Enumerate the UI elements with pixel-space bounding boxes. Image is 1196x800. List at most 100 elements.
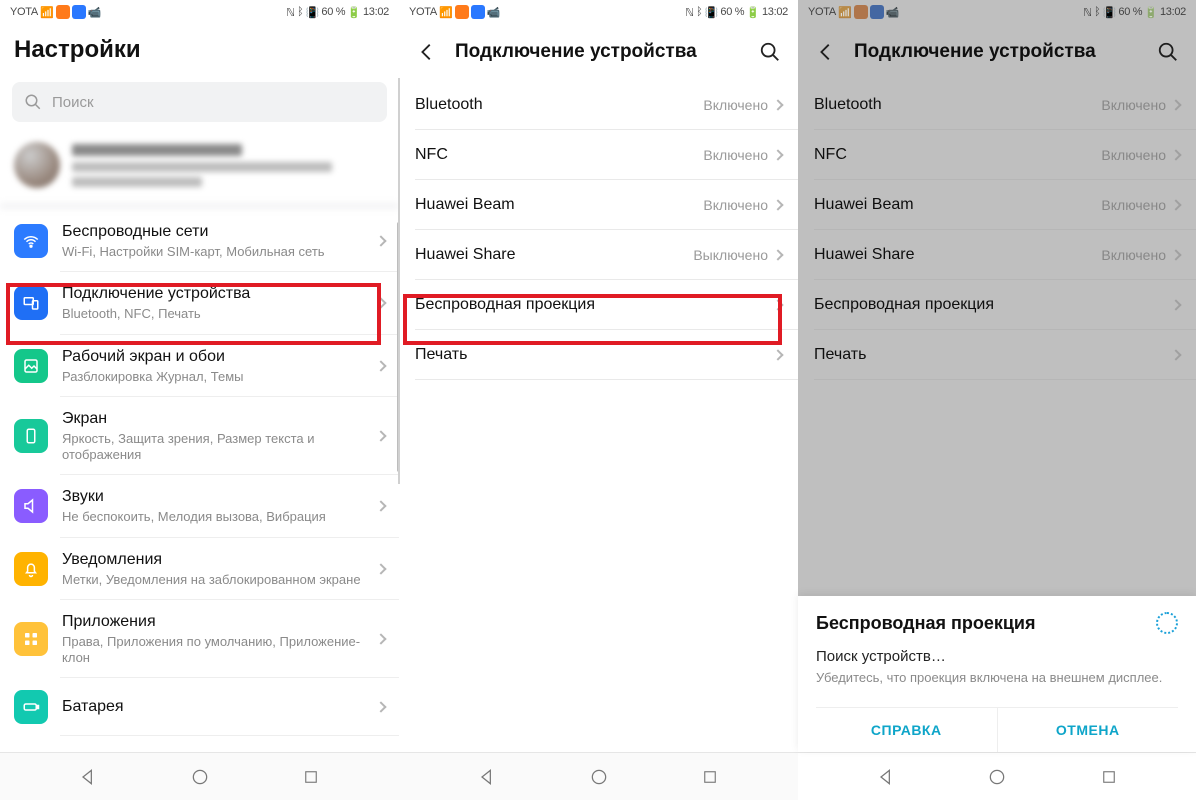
- row-wireless-projection[interactable]: Беспроводная проекция: [399, 280, 798, 330]
- page-header: Подключение устройства: [399, 24, 798, 80]
- sheet-title: Беспроводная проекция: [816, 613, 1036, 634]
- chevron-right-icon: [1170, 149, 1181, 160]
- battery-icon: [14, 690, 48, 724]
- settings-row-homescreen[interactable]: Рабочий экран и обоиРазблокировка Журнал…: [0, 335, 399, 397]
- status-icon-orange: [455, 5, 469, 19]
- bell-icon: [14, 552, 48, 586]
- status-bar: YOTA 📶 📹 ℕ ᛒ 📳 60 % 🔋 13:02: [399, 0, 798, 24]
- battery-icon: 🔋: [1144, 6, 1158, 19]
- search-placeholder: Поиск: [52, 94, 94, 111]
- nav-recent-button[interactable]: [1085, 761, 1133, 793]
- chevron-right-icon: [375, 563, 386, 574]
- row-huawei-beam[interactable]: Huawei BeamВключено: [399, 180, 798, 230]
- back-button[interactable]: [812, 38, 840, 66]
- settings-screen: YOTA 📶 📹 ℕ ᛒ 📳 60 % 🔋 13:02 Настройки По…: [0, 0, 399, 800]
- battery-label: 60 %: [321, 6, 345, 18]
- settings-row-wireless[interactable]: Беспроводные сетиWi-Fi, Настройки SIM-ка…: [0, 210, 399, 272]
- status-icon-orange: [56, 5, 70, 19]
- display-icon: [14, 419, 48, 453]
- status-bar: YOTA 📶 📹 ℕ ᛒ 📳 60 % 🔋 13:02: [0, 0, 399, 24]
- nav-back-button[interactable]: [463, 761, 511, 793]
- camera-icon: 📹: [487, 6, 501, 19]
- nav-recent-button[interactable]: [686, 761, 734, 793]
- nav-home-button[interactable]: [973, 761, 1021, 793]
- apps-icon: [14, 622, 48, 656]
- settings-row-device-connection[interactable]: Подключение устройстваBluetooth, NFC, Пе…: [0, 272, 399, 334]
- settings-row-notifications[interactable]: УведомленияМетки, Уведомления на заблоки…: [0, 538, 399, 600]
- row-huawei-share[interactable]: Huawei ShareВключено: [798, 230, 1196, 280]
- page-header: Подключение устройства: [798, 24, 1196, 80]
- sheet-status: Поиск устройств…: [816, 648, 1178, 665]
- profile-row[interactable]: [0, 132, 399, 210]
- chevron-right-icon: [772, 99, 783, 110]
- signal-icon: 📶: [40, 6, 54, 19]
- chevron-right-icon: [1170, 199, 1181, 210]
- row-nfc[interactable]: NFCВключено: [399, 130, 798, 180]
- chevron-right-icon: [375, 298, 386, 309]
- carrier-label: YOTA: [10, 6, 38, 18]
- camera-icon: 📹: [88, 6, 102, 19]
- chevron-right-icon: [375, 633, 386, 644]
- help-button[interactable]: СПРАВКА: [816, 708, 997, 752]
- nav-home-button[interactable]: [176, 761, 224, 793]
- nav-bar: [798, 752, 1196, 800]
- device-icon: [14, 286, 48, 320]
- bluetooth-icon: ᛒ: [1094, 6, 1101, 18]
- row-print[interactable]: Печать: [399, 330, 798, 380]
- nav-home-button[interactable]: [575, 761, 623, 793]
- nfc-icon: ℕ: [685, 6, 694, 19]
- bluetooth-icon: ᛒ: [696, 6, 703, 18]
- camera-icon: 📹: [886, 6, 900, 19]
- chevron-right-icon: [1170, 349, 1181, 360]
- settings-list: Беспроводные сетиWi-Fi, Настройки SIM-ка…: [0, 210, 399, 752]
- nav-back-button[interactable]: [64, 761, 112, 793]
- vibrate-icon: 📳: [306, 6, 320, 19]
- chevron-right-icon: [1170, 99, 1181, 110]
- wireless-projection-sheet: Беспроводная проекция Поиск устройств… У…: [798, 596, 1196, 752]
- signal-icon: 📶: [439, 6, 453, 19]
- chevron-right-icon: [1170, 249, 1181, 260]
- nfc-icon: ℕ: [286, 6, 295, 19]
- wallpaper-icon: [14, 349, 48, 383]
- bluetooth-icon: ᛒ: [297, 6, 304, 18]
- row-print[interactable]: Печать: [798, 330, 1196, 380]
- chevron-right-icon: [772, 199, 783, 210]
- row-bluetooth[interactable]: BluetoothВключено: [798, 80, 1196, 130]
- row-bluetooth[interactable]: BluetoothВключено: [399, 80, 798, 130]
- signal-icon: 📶: [838, 6, 852, 19]
- battery-icon: 🔋: [347, 6, 361, 19]
- nav-bar: [399, 752, 798, 800]
- back-button[interactable]: [413, 38, 441, 66]
- battery-icon: 🔋: [746, 6, 760, 19]
- status-bar: YOTA 📶 📹 ℕ ᛒ 📳 60 % 🔋 13:02: [798, 0, 1196, 24]
- chevron-right-icon: [375, 360, 386, 371]
- sheet-hint: Убедитесь, что проекция включена на внеш…: [816, 669, 1178, 687]
- sound-icon: [14, 489, 48, 523]
- row-wireless-projection[interactable]: Беспроводная проекция: [798, 280, 1196, 330]
- chevron-right-icon: [772, 249, 783, 260]
- status-icon-blue: [870, 5, 884, 19]
- row-huawei-beam[interactable]: Huawei BeamВключено: [798, 180, 1196, 230]
- row-nfc[interactable]: NFCВключено: [798, 130, 1196, 180]
- device-connection-screen: YOTA 📶 📹 ℕ ᛒ 📳 60 % 🔋 13:02 Подключение …: [399, 0, 798, 800]
- settings-row-sounds[interactable]: ЗвукиНе беспокоить, Мелодия вызова, Вибр…: [0, 475, 399, 537]
- page-title: Подключение устройства: [854, 41, 1140, 63]
- status-icon-blue: [471, 5, 485, 19]
- nav-recent-button[interactable]: [287, 761, 335, 793]
- settings-row-battery[interactable]: Батарея: [0, 678, 399, 736]
- status-icon-blue: [72, 5, 86, 19]
- page-title: Настройки: [14, 36, 141, 64]
- chevron-right-icon: [375, 501, 386, 512]
- chevron-right-icon: [772, 149, 783, 160]
- search-input[interactable]: Поиск: [12, 82, 387, 122]
- device-connection-screen-dialog: YOTA 📶 📹 ℕ ᛒ 📳 60 % 🔋 13:02 Подключение …: [798, 0, 1196, 800]
- search-button[interactable]: [756, 38, 784, 66]
- search-button[interactable]: [1154, 38, 1182, 66]
- row-huawei-share[interactable]: Huawei ShareВыключено: [399, 230, 798, 280]
- status-icon-orange: [854, 5, 868, 19]
- settings-row-display[interactable]: ЭкранЯркость, Защита зрения, Размер текс…: [0, 397, 399, 476]
- cancel-button[interactable]: ОТМЕНА: [997, 708, 1179, 752]
- nfc-icon: ℕ: [1083, 6, 1092, 19]
- nav-back-button[interactable]: [862, 761, 910, 793]
- settings-row-apps[interactable]: ПриложенияПрава, Приложения по умолчанию…: [0, 600, 399, 679]
